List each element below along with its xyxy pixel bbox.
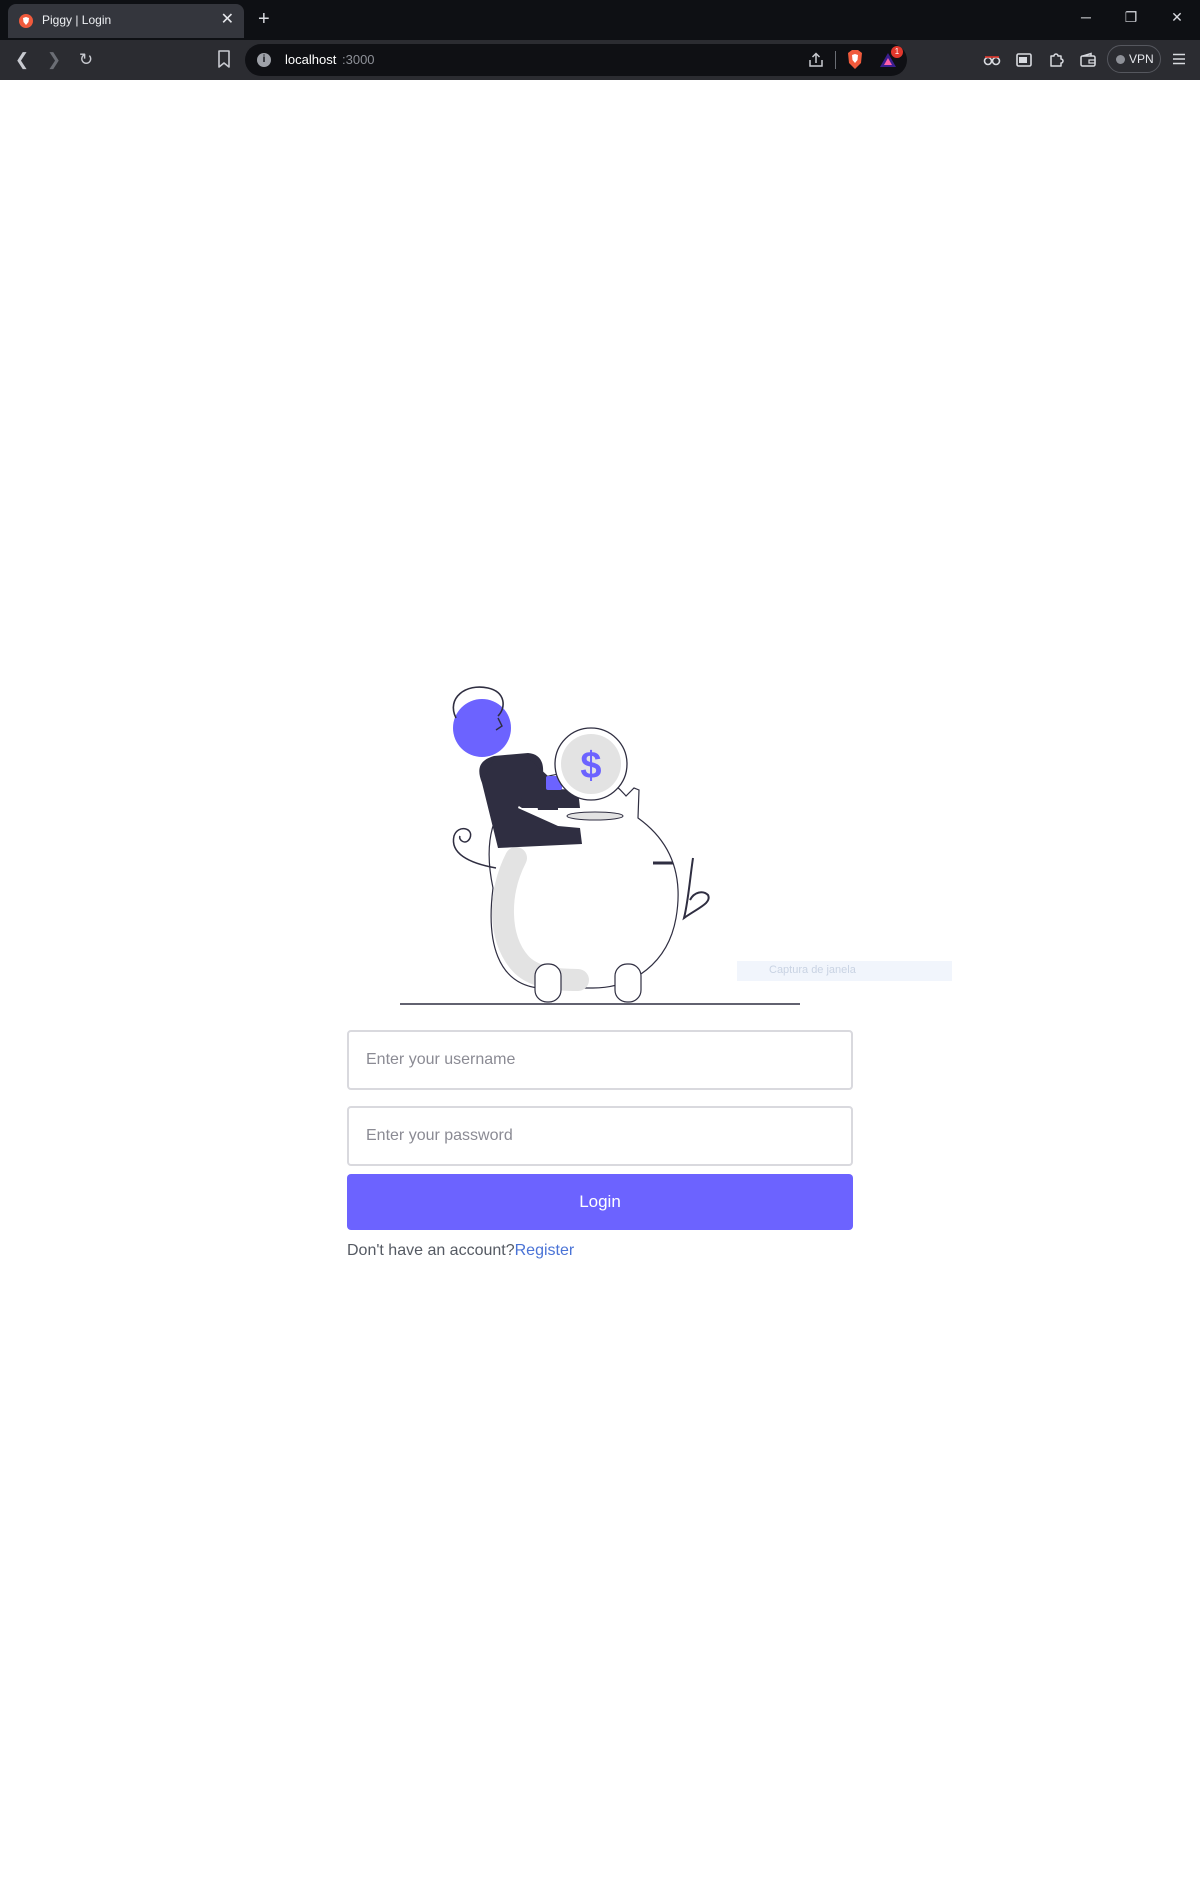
forward-button[interactable]: ❯ (42, 48, 66, 72)
piggy-bank-illustration: $ (400, 686, 800, 1005)
new-tab-button[interactable]: + (258, 8, 270, 30)
register-link[interactable]: Register (515, 1242, 575, 1259)
vpn-status-icon (1116, 55, 1125, 64)
dollar-coin: $ (554, 727, 628, 801)
site-info-icon[interactable]: i (257, 53, 271, 67)
rewards-badge: 1 (891, 46, 903, 58)
minimize-button[interactable]: ─ (1068, 4, 1104, 30)
vpn-button[interactable]: VPN (1107, 45, 1161, 73)
hamburger-menu-icon[interactable] (1170, 50, 1188, 68)
login-button[interactable]: Login (347, 1174, 853, 1230)
extensions-icon[interactable] (1046, 50, 1066, 70)
url-port: :3000 (342, 52, 375, 67)
coin-dollar-symbol: $ (580, 745, 601, 787)
browser-tab[interactable]: Piggy | Login ✕ (8, 4, 244, 38)
bookmark-icon[interactable] (215, 48, 233, 70)
vpn-label: VPN (1129, 52, 1154, 66)
reading-glasses-icon[interactable] (982, 50, 1002, 70)
share-icon[interactable] (807, 51, 825, 69)
brave-logo-icon (19, 14, 33, 28)
sidebar-icon[interactable] (1014, 50, 1034, 70)
wallet-icon[interactable] (1078, 50, 1098, 70)
brave-shields-icon[interactable] (846, 49, 864, 70)
address-bar[interactable]: i localhost :3000 1 (245, 44, 907, 76)
username-input[interactable] (347, 1030, 853, 1090)
back-button[interactable]: ❮ (10, 48, 34, 72)
restore-button[interactable]: ❐ (1113, 4, 1149, 30)
capture-overlay-ghost: Captura de janela (737, 961, 952, 981)
tab-close-icon[interactable]: ✕ (221, 11, 234, 29)
register-prompt: Don't have an account?Register (347, 1242, 574, 1260)
browser-toolbar: ❮ ❯ ↻ i localhost :3000 1 VPN (0, 40, 1200, 80)
tab-title: Piggy | Login (42, 13, 112, 27)
reload-button[interactable]: ↻ (74, 48, 98, 72)
close-window-button[interactable]: ✕ (1159, 4, 1195, 30)
url-separator (835, 51, 836, 69)
url-host: localhost (285, 52, 337, 67)
password-input[interactable] (347, 1106, 853, 1166)
no-account-text: Don't have an account? (347, 1242, 515, 1259)
browser-tabbar: Piggy | Login ✕ + ─ ❐ ✕ (0, 0, 1200, 40)
capture-overlay-text: Captura de janela (769, 964, 856, 976)
